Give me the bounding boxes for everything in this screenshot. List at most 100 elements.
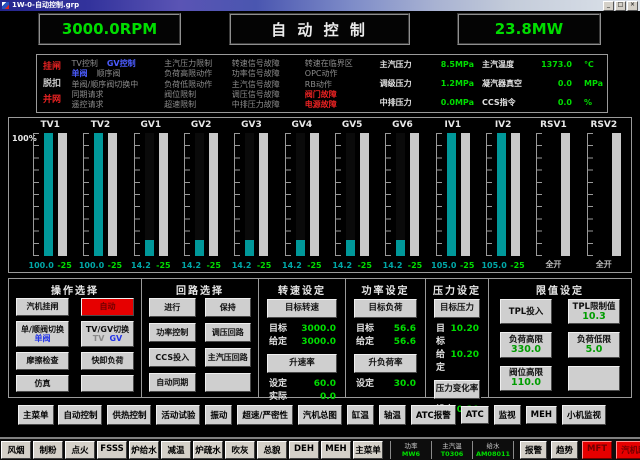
turbine-overview-button[interactable]: 汽机总图 (298, 405, 342, 425)
tpl-limit-value-button[interactable]: TPL限制值10.3 (568, 299, 620, 324)
valve-group-GV5: GV514.2-25 (327, 120, 377, 270)
page-ignition[interactable]: 点火 (65, 441, 95, 459)
friction-check-button[interactable]: 摩擦检查 (16, 352, 69, 370)
temperature-label: 凝汽器真空 (482, 79, 536, 89)
temperature-label: 主汽温度 (482, 60, 536, 70)
sub-label-blue: GV (109, 334, 122, 343)
mode-indicator-row: 单阀顺序阀 (72, 69, 165, 79)
turbine-latch-button[interactable]: 汽机挂闸 (16, 298, 69, 316)
valve-values: 全开 (528, 256, 578, 270)
alarm-button[interactable]: 报警 (520, 441, 547, 459)
trend-button[interactable]: 趋势 (551, 441, 578, 459)
vibration-button[interactable]: 振动 (205, 405, 232, 425)
page-meh[interactable]: MEH (321, 441, 351, 459)
taskbar-status-cell-1: 主汽温T0306 (431, 441, 472, 459)
fast-unload-button[interactable]: 快卸负荷 (81, 352, 134, 370)
tpl-engage-button[interactable]: TPL投入 (500, 299, 552, 324)
app-icon (2, 2, 9, 9)
valve-demand-value: -25 (206, 261, 220, 270)
atc-alarm-button[interactable]: ATC报警 (411, 405, 456, 425)
misc-indicator: 阀门故障 (305, 90, 380, 100)
cylinder-temp-button[interactable]: 缸温 (347, 405, 374, 425)
load-low-limit-button[interactable]: 负荷低限5.0 (568, 332, 620, 357)
main-menu-button[interactable]: 主菜单 (18, 405, 54, 425)
valve-bar-spacer (547, 133, 556, 256)
valve-group-TV2: TV2100.0-25 (75, 120, 125, 270)
mode-indicator-row: 遥控请求 (72, 100, 165, 110)
valve-position-bar (296, 133, 305, 256)
page-overview[interactable]: 总貌 (257, 441, 287, 459)
valve-demand-bar (410, 133, 419, 256)
valve-values: 14.2-25 (327, 256, 377, 270)
mode-indicator-row: 同期请求 (72, 90, 165, 100)
mode-indicator-row: 单阀/顺序阀切换中 (72, 80, 165, 90)
turbine-trip-button[interactable]: 汽机跳闸 (616, 441, 640, 459)
shaft-temp-button[interactable]: 轴温 (379, 405, 406, 425)
target-speed-button[interactable]: 目标转速 (267, 299, 337, 318)
simulation-button[interactable]: 仿真 (16, 375, 69, 393)
pressure-regulation-loop-button[interactable]: 调压回路 (205, 323, 252, 342)
button-label: 自动 (100, 302, 116, 311)
speed-rate-button[interactable]: 升速率 (267, 354, 337, 373)
panel-title: 压力设定 (426, 282, 488, 297)
main-steam-pressure-loop-button[interactable]: 主汽压回路 (205, 348, 252, 367)
button-label: 功率控制 (156, 328, 188, 337)
maximize-button[interactable]: □ (615, 1, 626, 11)
button-label: CCS投入 (155, 353, 189, 362)
overspeed-tightness-button[interactable]: 超速/严密性 (237, 405, 293, 425)
page-boiler-drain[interactable]: 炉疏水 (193, 441, 223, 459)
valve-position-bar (497, 133, 506, 256)
panel-title: 回路选择 (142, 282, 258, 297)
valve-activity-test-button[interactable]: 活动试验 (156, 405, 200, 425)
mft-button[interactable]: MFT (582, 441, 612, 459)
page-desuperheat[interactable]: 减温 (161, 441, 191, 459)
single-seq-valve-switch-button[interactable]: 单/顺阀切换单阀 (16, 321, 69, 348)
auto-sync-button[interactable]: 自动同期 (149, 373, 196, 392)
target-load-button[interactable]: 目标负荷 (354, 299, 417, 318)
load-rate-button[interactable]: 升负荷率 (354, 354, 417, 373)
small-turbine-monitor-button[interactable]: 小机监视 (562, 405, 606, 425)
page-pulverizing[interactable]: 制粉 (33, 441, 63, 459)
minimize-button[interactable]: _ (603, 1, 614, 11)
page-sootblow[interactable]: 吹灰 (225, 441, 255, 459)
run-button[interactable]: 进行 (149, 298, 196, 317)
mode-indicator: TV控制 (72, 59, 98, 69)
mode-indicator: GV控制 (107, 59, 136, 69)
valve-position-high-limit-button[interactable]: 阀位高限110.0 (500, 366, 552, 391)
valve-scale-axis (134, 133, 140, 256)
auto-control-button[interactable]: 自动控制 (58, 405, 102, 425)
trip-indicator: 脱扣 (43, 79, 72, 89)
valve-label: RSV1 (540, 120, 567, 133)
monitor-button[interactable]: 监视 (494, 405, 521, 425)
mode-indicator: 单阀 (72, 69, 88, 79)
valve-position-fill (245, 240, 254, 256)
taskbar-pages: 风烟制粉点火FSSS炉给水减温炉疏水吹灰总貌DEHMEH主菜单 (1, 441, 385, 459)
ccs-engage-button[interactable]: CCS投入 (149, 348, 196, 367)
valve-demand-bar (159, 133, 168, 256)
heat-supply-control-button[interactable]: 供热控制 (107, 405, 151, 425)
valve-strip: TV1100.0-25TV2100.0-25GV114.2-25GV214.2-… (25, 120, 629, 270)
target-pressure-button[interactable]: 目标压力 (434, 299, 480, 318)
page-main-menu[interactable]: 主菜单 (353, 441, 383, 459)
valve-position-value: 100.0 (79, 261, 104, 270)
tv-gv-switch-button[interactable]: TV/GV切换TVGV (81, 321, 134, 348)
valve-demand-bar (209, 133, 218, 256)
pressure-rate-button[interactable]: 压力变化率 (434, 380, 480, 399)
auto-button[interactable]: 自动 (81, 298, 134, 316)
load-high-limit-button[interactable]: 负荷高限330.0 (500, 332, 552, 357)
window-title: 1W-0-自动控制.grp (12, 0, 602, 11)
field-label: 给定 (269, 336, 287, 349)
valve-values: 全开 (579, 256, 629, 270)
speed-setting-panel: 转速设定 目标转速 目标3000.0 给定3000.0 升速率 设定60.0 实… (259, 279, 346, 397)
page-boiler-feedwater[interactable]: 炉给水 (129, 441, 159, 459)
limit-indicator: 负荷低限动作 (164, 80, 232, 90)
page-fsss[interactable]: FSSS (97, 441, 127, 459)
atc-button[interactable]: ATC (461, 406, 489, 424)
power-control-button[interactable]: 功率控制 (149, 323, 196, 342)
page-wind-smoke[interactable]: 风烟 (1, 441, 31, 459)
meh-button[interactable]: MEH (526, 406, 557, 424)
hold-button[interactable]: 保持 (205, 298, 252, 317)
page-deh[interactable]: DEH (289, 441, 319, 459)
valve-values: 100.0-25 (75, 256, 125, 270)
close-button[interactable]: × (627, 1, 638, 11)
